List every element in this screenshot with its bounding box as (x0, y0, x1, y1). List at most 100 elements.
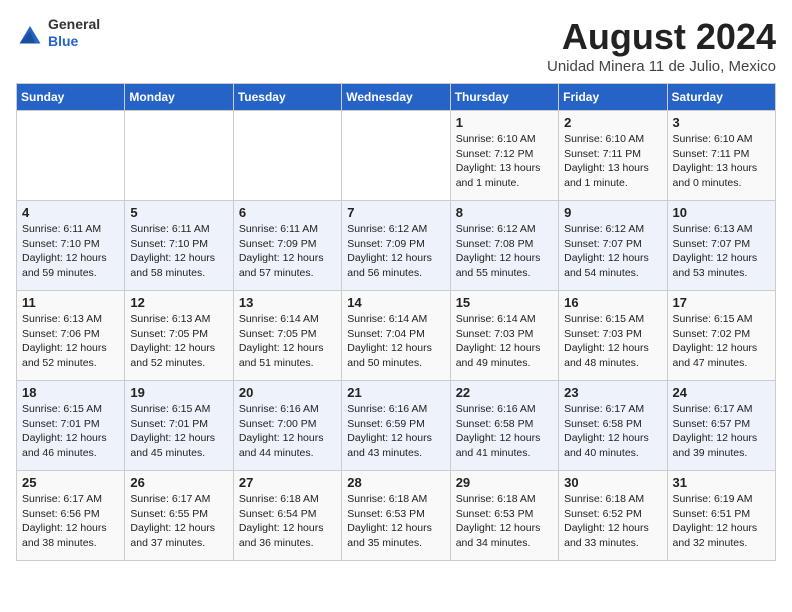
day-number: 20 (239, 385, 336, 400)
subtitle: Unidad Minera 11 de Julio, Mexico (547, 58, 776, 75)
calendar-cell: 28 Sunrise: 6:18 AMSunset: 6:53 PMDayligh… (342, 471, 450, 561)
calendar-cell (17, 111, 125, 201)
day-number: 22 (456, 385, 553, 400)
day-number: 27 (239, 475, 336, 490)
calendar-cell: 19 Sunrise: 6:15 AMSunset: 7:01 PMDayligh… (125, 381, 233, 471)
day-info: Sunrise: 6:12 AMSunset: 7:07 PMDaylight:… (564, 222, 661, 281)
day-info: Sunrise: 6:10 AMSunset: 7:11 PMDaylight:… (673, 132, 770, 191)
calendar-cell: 2 Sunrise: 6:10 AMSunset: 7:11 PMDaylight… (559, 111, 667, 201)
calendar-cell: 8 Sunrise: 6:12 AMSunset: 7:08 PMDaylight… (450, 201, 558, 291)
day-info: Sunrise: 6:17 AMSunset: 6:57 PMDaylight:… (673, 402, 770, 461)
day-number: 18 (22, 385, 119, 400)
calendar-body: 1Sunrise: 6:10 AMSunset: 7:12 PMDaylight… (17, 111, 776, 561)
calendar-cell: 14Sunrise: 6:14 AMSunset: 7:04 PMDayligh… (342, 291, 450, 381)
weekday-header-thursday: Thursday (450, 84, 558, 111)
logo-blue: Blue (48, 33, 100, 50)
day-info: Sunrise: 6:17 AMSunset: 6:56 PMDaylight:… (22, 492, 119, 551)
day-number: 13 (239, 295, 336, 310)
calendar-cell: 12 Sunrise: 6:13 AMSunset: 7:05 PMDayligh… (125, 291, 233, 381)
day-number: 23 (564, 385, 661, 400)
day-number: 11 (22, 295, 119, 310)
day-number: 2 (564, 115, 661, 130)
calendar-cell: 11 Sunrise: 6:13 AMSunset: 7:06 PMDayligh… (17, 291, 125, 381)
day-info: Sunrise: 6:15 AMSunset: 7:01 PMDaylight:… (130, 402, 227, 461)
title-block: August 2024 Unidad Minera 11 de Julio, M… (547, 16, 776, 75)
day-number: 15 (456, 295, 553, 310)
calendar-cell: 10 Sunrise: 6:13 AMSunset: 7:07 PMDayligh… (667, 201, 775, 291)
calendar-cell: 15 Sunrise: 6:14 AMSunset: 7:03 PMDayligh… (450, 291, 558, 381)
day-number: 24 (673, 385, 770, 400)
calendar-cell: 17 Sunrise: 6:15 AMSunset: 7:02 PMDayligh… (667, 291, 775, 381)
calendar-cell (233, 111, 341, 201)
calendar-cell: 5 Sunrise: 6:11 AMSunset: 7:10 PMDaylight… (125, 201, 233, 291)
weekday-header-sunday: Sunday (17, 84, 125, 111)
calendar-cell: 4 Sunrise: 6:11 AMSunset: 7:10 PMDaylight… (17, 201, 125, 291)
calendar-cell: 31Sunrise: 6:19 AMSunset: 6:51 PMDayligh… (667, 471, 775, 561)
day-number: 30 (564, 475, 661, 490)
day-info: Sunrise: 6:11 AMSunset: 7:10 PMDaylight:… (130, 222, 227, 281)
calendar-week-2: 4 Sunrise: 6:11 AMSunset: 7:10 PMDaylight… (17, 201, 776, 291)
logo: General Blue (16, 16, 100, 50)
day-info: Sunrise: 6:11 AMSunset: 7:10 PMDaylight:… (22, 222, 119, 281)
calendar-cell: 16Sunrise: 6:15 AMSunset: 7:03 PMDayligh… (559, 291, 667, 381)
calendar-cell: 9 Sunrise: 6:12 AMSunset: 7:07 PMDaylight… (559, 201, 667, 291)
day-number: 25 (22, 475, 119, 490)
day-info: Sunrise: 6:13 AMSunset: 7:07 PMDaylight:… (673, 222, 770, 281)
calendar-cell: 26 Sunrise: 6:17 AMSunset: 6:55 PMDayligh… (125, 471, 233, 561)
day-number: 8 (456, 205, 553, 220)
calendar-cell (125, 111, 233, 201)
calendar-cell: 30 Sunrise: 6:18 AMSunset: 6:52 PMDayligh… (559, 471, 667, 561)
calendar-cell: 7 Sunrise: 6:12 AMSunset: 7:09 PMDaylight… (342, 201, 450, 291)
day-info: Sunrise: 6:14 AMSunset: 7:04 PMDaylight:… (347, 312, 444, 371)
day-number: 26 (130, 475, 227, 490)
day-number: 21 (347, 385, 444, 400)
weekday-header-monday: Monday (125, 84, 233, 111)
day-info: Sunrise: 6:15 AMSunset: 7:03 PMDaylight:… (564, 312, 661, 371)
logo-general: General (48, 16, 100, 33)
day-number: 31 (673, 475, 770, 490)
day-number: 12 (130, 295, 227, 310)
calendar-cell: 25 Sunrise: 6:17 AMSunset: 6:56 PMDayligh… (17, 471, 125, 561)
day-info: Sunrise: 6:13 AMSunset: 7:05 PMDaylight:… (130, 312, 227, 371)
weekday-header-tuesday: Tuesday (233, 84, 341, 111)
day-number: 10 (673, 205, 770, 220)
calendar-cell: 21Sunrise: 6:16 AMSunset: 6:59 PMDayligh… (342, 381, 450, 471)
day-number: 29 (456, 475, 553, 490)
day-info: Sunrise: 6:17 AMSunset: 6:58 PMDaylight:… (564, 402, 661, 461)
day-number: 4 (22, 205, 119, 220)
day-number: 5 (130, 205, 227, 220)
day-info: Sunrise: 6:13 AMSunset: 7:06 PMDaylight:… (22, 312, 119, 371)
day-number: 6 (239, 205, 336, 220)
calendar-cell: 27 Sunrise: 6:18 AMSunset: 6:54 PMDayligh… (233, 471, 341, 561)
calendar-week-1: 1Sunrise: 6:10 AMSunset: 7:12 PMDaylight… (17, 111, 776, 201)
weekday-header-friday: Friday (559, 84, 667, 111)
main-title: August 2024 (547, 16, 776, 58)
day-info: Sunrise: 6:14 AMSunset: 7:05 PMDaylight:… (239, 312, 336, 371)
day-info: Sunrise: 6:14 AMSunset: 7:03 PMDaylight:… (456, 312, 553, 371)
day-number: 9 (564, 205, 661, 220)
day-info: Sunrise: 6:18 AMSunset: 6:53 PMDaylight:… (347, 492, 444, 551)
day-number: 19 (130, 385, 227, 400)
day-number: 28 (347, 475, 444, 490)
day-info: Sunrise: 6:12 AMSunset: 7:09 PMDaylight:… (347, 222, 444, 281)
calendar-week-3: 11 Sunrise: 6:13 AMSunset: 7:06 PMDayligh… (17, 291, 776, 381)
day-number: 7 (347, 205, 444, 220)
day-info: Sunrise: 6:12 AMSunset: 7:08 PMDaylight:… (456, 222, 553, 281)
day-number: 17 (673, 295, 770, 310)
weekday-header-wednesday: Wednesday (342, 84, 450, 111)
day-number: 3 (673, 115, 770, 130)
day-info: Sunrise: 6:18 AMSunset: 6:54 PMDaylight:… (239, 492, 336, 551)
day-info: Sunrise: 6:15 AMSunset: 7:01 PMDaylight:… (22, 402, 119, 461)
weekday-header-saturday: Saturday (667, 84, 775, 111)
weekday-header-row: SundayMondayTuesdayWednesdayThursdayFrid… (17, 84, 776, 111)
day-info: Sunrise: 6:17 AMSunset: 6:55 PMDaylight:… (130, 492, 227, 551)
calendar-cell: 1Sunrise: 6:10 AMSunset: 7:12 PMDaylight… (450, 111, 558, 201)
day-info: Sunrise: 6:10 AMSunset: 7:11 PMDaylight:… (564, 132, 661, 191)
calendar-cell: 29Sunrise: 6:18 AMSunset: 6:53 PMDayligh… (450, 471, 558, 561)
day-info: Sunrise: 6:11 AMSunset: 7:09 PMDaylight:… (239, 222, 336, 281)
calendar-cell: 18 Sunrise: 6:15 AMSunset: 7:01 PMDayligh… (17, 381, 125, 471)
day-info: Sunrise: 6:18 AMSunset: 6:52 PMDaylight:… (564, 492, 661, 551)
day-info: Sunrise: 6:15 AMSunset: 7:02 PMDaylight:… (673, 312, 770, 371)
page-header: General Blue August 2024 Unidad Minera 1… (16, 16, 776, 75)
calendar-cell: 20Sunrise: 6:16 AMSunset: 7:00 PMDayligh… (233, 381, 341, 471)
